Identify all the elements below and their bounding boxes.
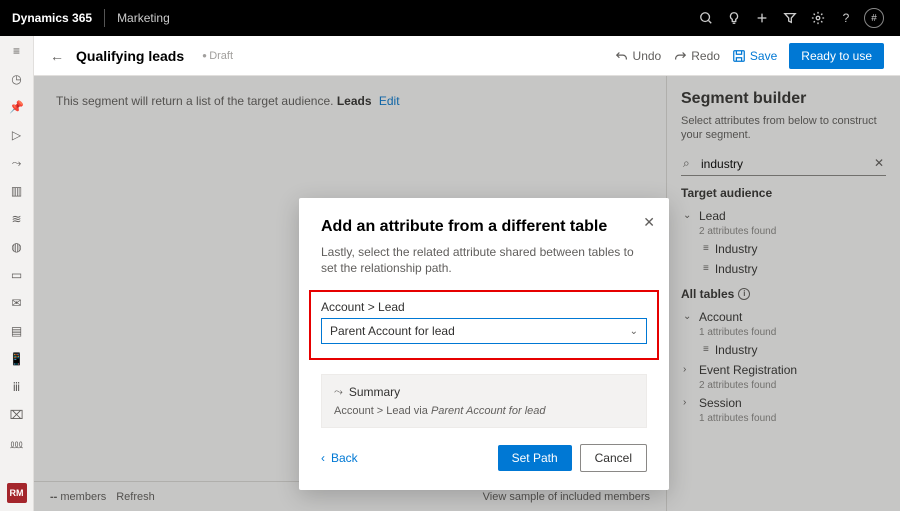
- save-label: Save: [750, 49, 777, 63]
- rail-library-icon[interactable]: ⅲ: [8, 378, 26, 396]
- summary-path: Account > Lead via: [334, 405, 431, 417]
- module-name: Marketing: [117, 11, 170, 25]
- highlighted-region: Account > Lead Parent Account for lead ⌄: [309, 290, 659, 360]
- rail-play-icon[interactable]: ▷: [8, 126, 26, 144]
- gear-icon[interactable]: [804, 4, 832, 32]
- rail-menu-icon[interactable]: ≡: [8, 42, 26, 60]
- modal-title: Add an attribute from a different table: [321, 218, 647, 236]
- user-badge[interactable]: RM: [7, 483, 27, 503]
- save-button[interactable]: Save: [732, 49, 777, 63]
- filter-icon[interactable]: [776, 4, 804, 32]
- back-button[interactable]: ‹ Back: [321, 451, 358, 465]
- brand: Dynamics 365: [12, 11, 92, 25]
- add-attribute-modal: ✕ Add an attribute from a different tabl…: [299, 198, 669, 490]
- back-arrow-icon[interactable]: ←: [50, 48, 64, 64]
- rail-recent-icon[interactable]: ◷: [8, 70, 26, 88]
- summary-via: Parent Account for lead: [431, 405, 546, 417]
- left-nav-rail: ≡ ◷ 📌 ▷ ⤳ ▥ ≋ ◍ ▭ ✉ ▤ 📱 ⅲ ⌧ ⅏ RM: [0, 36, 34, 511]
- close-icon[interactable]: ✕: [643, 214, 655, 231]
- lightbulb-icon[interactable]: [720, 4, 748, 32]
- rail-lines-icon[interactable]: ≋: [8, 210, 26, 228]
- rail-chart-icon[interactable]: ▥: [8, 182, 26, 200]
- rail-stack-icon[interactable]: ▤: [8, 322, 26, 340]
- page-title: Qualifying leads: [76, 48, 184, 64]
- rail-flow-icon[interactable]: ⅏: [8, 434, 26, 452]
- rail-journey-icon[interactable]: ⤳: [8, 154, 26, 172]
- relationship-path-label: Account > Lead: [321, 300, 647, 314]
- ready-to-use-button[interactable]: Ready to use: [789, 43, 884, 69]
- summary-icon: ⤳: [334, 386, 343, 399]
- global-topbar: Dynamics 365 Marketing ? #: [0, 0, 900, 36]
- rail-card-icon[interactable]: ▭: [8, 266, 26, 284]
- topbar-divider: [104, 9, 105, 27]
- help-icon[interactable]: ?: [832, 4, 860, 32]
- back-label: Back: [331, 451, 358, 465]
- rail-phone-icon[interactable]: 📱: [8, 350, 26, 368]
- set-path-button[interactable]: Set Path: [498, 445, 572, 471]
- add-icon[interactable]: [748, 4, 776, 32]
- status-badge: Draft: [202, 50, 233, 62]
- command-bar: ← Qualifying leads Draft Undo Redo Save …: [34, 36, 900, 76]
- chevron-left-icon: ‹: [321, 451, 325, 465]
- relationship-dropdown[interactable]: Parent Account for lead ⌄: [321, 318, 647, 344]
- rail-mail-icon[interactable]: ✉: [8, 294, 26, 312]
- summary-label: Summary: [349, 385, 400, 399]
- rail-globe-icon[interactable]: ◍: [8, 238, 26, 256]
- user-avatar[interactable]: #: [860, 4, 888, 32]
- search-icon[interactable]: [692, 4, 720, 32]
- undo-label: Undo: [633, 49, 662, 63]
- dropdown-value: Parent Account for lead: [330, 324, 455, 338]
- chevron-down-icon: ⌄: [630, 326, 638, 337]
- rail-pin-icon[interactable]: 📌: [8, 98, 26, 116]
- cancel-button[interactable]: Cancel: [580, 444, 647, 472]
- modal-lead-text: Lastly, select the related attribute sha…: [321, 244, 647, 276]
- redo-label: Redo: [691, 49, 720, 63]
- redo-button[interactable]: Redo: [673, 49, 720, 63]
- rail-db-icon[interactable]: ⌧: [8, 406, 26, 424]
- undo-button[interactable]: Undo: [615, 49, 662, 63]
- summary-box: ⤳ Summary Account > Lead via Parent Acco…: [321, 374, 647, 428]
